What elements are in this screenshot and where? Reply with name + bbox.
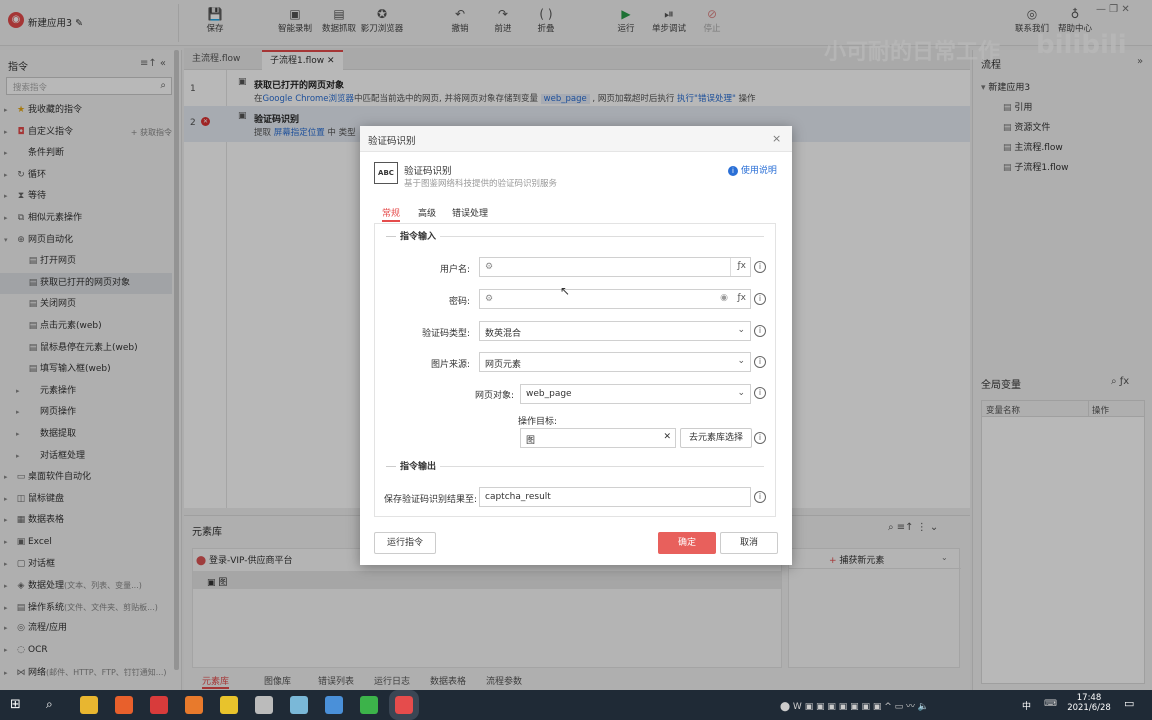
fx-icon: ƒx: [737, 293, 747, 303]
windows-start-icon[interactable]: ⊞: [10, 697, 21, 712]
section-output: 指令输出: [400, 462, 437, 472]
tab-general[interactable]: 常规: [382, 206, 401, 222]
info-icon[interactable]: i: [754, 491, 766, 503]
explorer-icon[interactable]: [80, 696, 98, 714]
notification-icon[interactable]: ▭: [1124, 697, 1134, 710]
settings-icon[interactable]: [255, 696, 273, 714]
info-icon[interactable]: i: [754, 387, 766, 399]
info-icon[interactable]: i: [754, 432, 766, 444]
img-source-select[interactable]: 网页元素 ⌄: [479, 352, 751, 372]
yingdao-icon[interactable]: [389, 690, 419, 720]
tray-icons[interactable]: ⬤ W ▣ ▣ ▣ ▣ ▣ ▣ ▣ ^ ▭ 〰 🔈: [780, 699, 929, 712]
close-icon[interactable]: ×: [772, 132, 781, 145]
info-icon: i: [728, 166, 738, 176]
password-input[interactable]: ⚙ ◉ ƒx: [479, 289, 751, 309]
app-icon[interactable]: [115, 696, 133, 714]
tab-advanced[interactable]: 高级: [418, 206, 436, 222]
web-object-label: 网页对象:: [474, 391, 514, 401]
section-input: 指令输入: [400, 232, 437, 242]
info-icon[interactable]: i: [754, 293, 766, 305]
info-icon[interactable]: i: [754, 356, 766, 368]
save-result-input[interactable]: captcha_result: [479, 487, 751, 507]
notes-icon[interactable]: [290, 696, 308, 714]
img-source-label: 图片来源:: [430, 360, 470, 370]
wechat-icon[interactable]: [360, 696, 378, 714]
info-icon[interactable]: i: [754, 325, 766, 337]
help-link[interactable]: i 使用说明: [728, 163, 777, 176]
captcha-type-select[interactable]: 数英混合 ⌄: [479, 321, 751, 341]
info-icon[interactable]: i: [754, 261, 766, 273]
eye-icon: ◉: [720, 293, 728, 303]
target-label: 操作目标:: [518, 417, 558, 427]
tab-error-handling[interactable]: 错误处理: [452, 206, 488, 222]
chrome-icon[interactable]: [325, 696, 343, 714]
web-object-select[interactable]: web_page ⌄: [520, 384, 751, 404]
search-icon[interactable]: ⌕: [46, 697, 53, 712]
username-label: 用户名:: [439, 265, 470, 275]
chevron-down-icon: ⌄: [737, 325, 745, 335]
captcha-type-label: 验证码类型:: [421, 329, 470, 339]
chevron-down-icon: ⌄: [737, 356, 745, 366]
chevron-down-icon: ⌄: [737, 388, 745, 398]
captcha-icon: ABC: [374, 162, 398, 184]
taskbar: ⊞ ⌕ ⬤ W ▣ ▣ ▣ ▣ ▣ ▣ ▣ ^ ▭ 〰 🔈 中 ⌨ 17:48 2…: [0, 690, 1152, 720]
password-label: 密码:: [448, 297, 470, 307]
run-command-button[interactable]: 运行指令: [374, 532, 436, 554]
mouse-cursor: ↖: [560, 284, 571, 298]
shield-icon[interactable]: [220, 696, 238, 714]
cmd-desc: 基于图鉴网络科技提供的验证码识别服务: [404, 179, 558, 189]
app-icon[interactable]: [185, 696, 203, 714]
ok-button[interactable]: 确定: [658, 532, 716, 554]
cancel-button[interactable]: 取消: [720, 532, 778, 554]
ime-indicator[interactable]: 中: [1022, 699, 1031, 712]
fx-icon: ƒx: [737, 261, 747, 271]
wps-icon[interactable]: [150, 696, 168, 714]
target-input[interactable]: 图 ✕: [520, 428, 676, 448]
dialog-title: 验证码识别: [368, 136, 416, 147]
save-result-label: 保存验证码识别结果至:: [384, 495, 478, 505]
clock[interactable]: 17:48 2021/6/28: [1066, 693, 1112, 713]
clear-icon: ✕: [663, 432, 671, 442]
captcha-dialog: 验证码识别 × ABC 验证码识别 基于图鉴网络科技提供的验证码识别服务 i 使…: [360, 126, 792, 565]
cmd-name: 验证码识别: [404, 166, 452, 177]
username-input[interactable]: ⚙ ƒx: [479, 257, 751, 277]
pick-element-button[interactable]: 去元素库选择: [680, 428, 752, 448]
keyboard-icon[interactable]: ⌨: [1044, 699, 1057, 709]
